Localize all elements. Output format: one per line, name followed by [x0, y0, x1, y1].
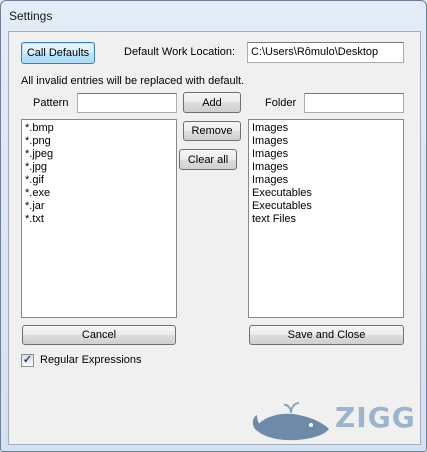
- list-item[interactable]: Images: [252, 174, 400, 187]
- zigg-watermark: ZIGG: [251, 399, 421, 443]
- pattern-list[interactable]: *.bmp *.png *.jpeg *.jpg *.gif *.exe *.jar *.tx…: [21, 119, 177, 318]
- list-item[interactable]: Images: [252, 161, 400, 174]
- folder-label: Folder: [265, 97, 297, 109]
- list-item[interactable]: *.exe: [25, 187, 173, 200]
- clear-all-button[interactable]: Clear all: [179, 149, 237, 170]
- default-work-location-field[interactable]: C:\Users\Rômulo\Desktop: [247, 42, 404, 63]
- regular-expressions-label: Regular Expressions: [40, 354, 142, 366]
- pattern-label: Pattern: [33, 97, 69, 109]
- title-bar[interactable]: Settings: [1, 1, 426, 31]
- list-item[interactable]: text Files: [252, 213, 400, 226]
- list-item[interactable]: *.txt: [25, 213, 173, 226]
- info-text: All invalid entries will be replaced wit…: [21, 75, 245, 87]
- list-item[interactable]: *.png: [25, 135, 173, 148]
- window-title: Settings: [9, 9, 53, 23]
- whale-icon: [252, 402, 329, 441]
- call-defaults-button[interactable]: Call Defaults: [21, 42, 95, 64]
- remove-button[interactable]: Remove: [183, 121, 241, 141]
- regular-expressions-checkbox[interactable]: ✓: [21, 354, 34, 367]
- list-item[interactable]: *.gif: [25, 174, 173, 187]
- folder-list[interactable]: Images Images Images Images Images Executable…: [248, 119, 404, 318]
- list-item[interactable]: Executables: [252, 187, 400, 200]
- list-item[interactable]: *.jpg: [25, 161, 173, 174]
- zigg-logo-text: ZIGG: [335, 401, 416, 434]
- folder-input[interactable]: [304, 93, 404, 113]
- list-item[interactable]: Images: [252, 148, 400, 161]
- list-item[interactable]: *.jpeg: [25, 148, 173, 161]
- add-button[interactable]: Add: [183, 92, 241, 113]
- list-item[interactable]: *.jar: [25, 200, 173, 213]
- cancel-button[interactable]: Cancel: [22, 325, 176, 345]
- list-item[interactable]: Images: [252, 135, 400, 148]
- settings-panel: Call Defaults Default Work Location: C:\…: [8, 31, 421, 445]
- list-item[interactable]: Images: [252, 122, 400, 135]
- list-item[interactable]: *.bmp: [25, 122, 173, 135]
- save-and-close-button[interactable]: Save and Close: [249, 325, 404, 345]
- default-work-location-label: Default Work Location:: [124, 46, 236, 58]
- settings-window: Settings Call Defaults Default Work Loca…: [0, 0, 427, 452]
- list-item[interactable]: Executables: [252, 200, 400, 213]
- pattern-input[interactable]: [77, 93, 177, 113]
